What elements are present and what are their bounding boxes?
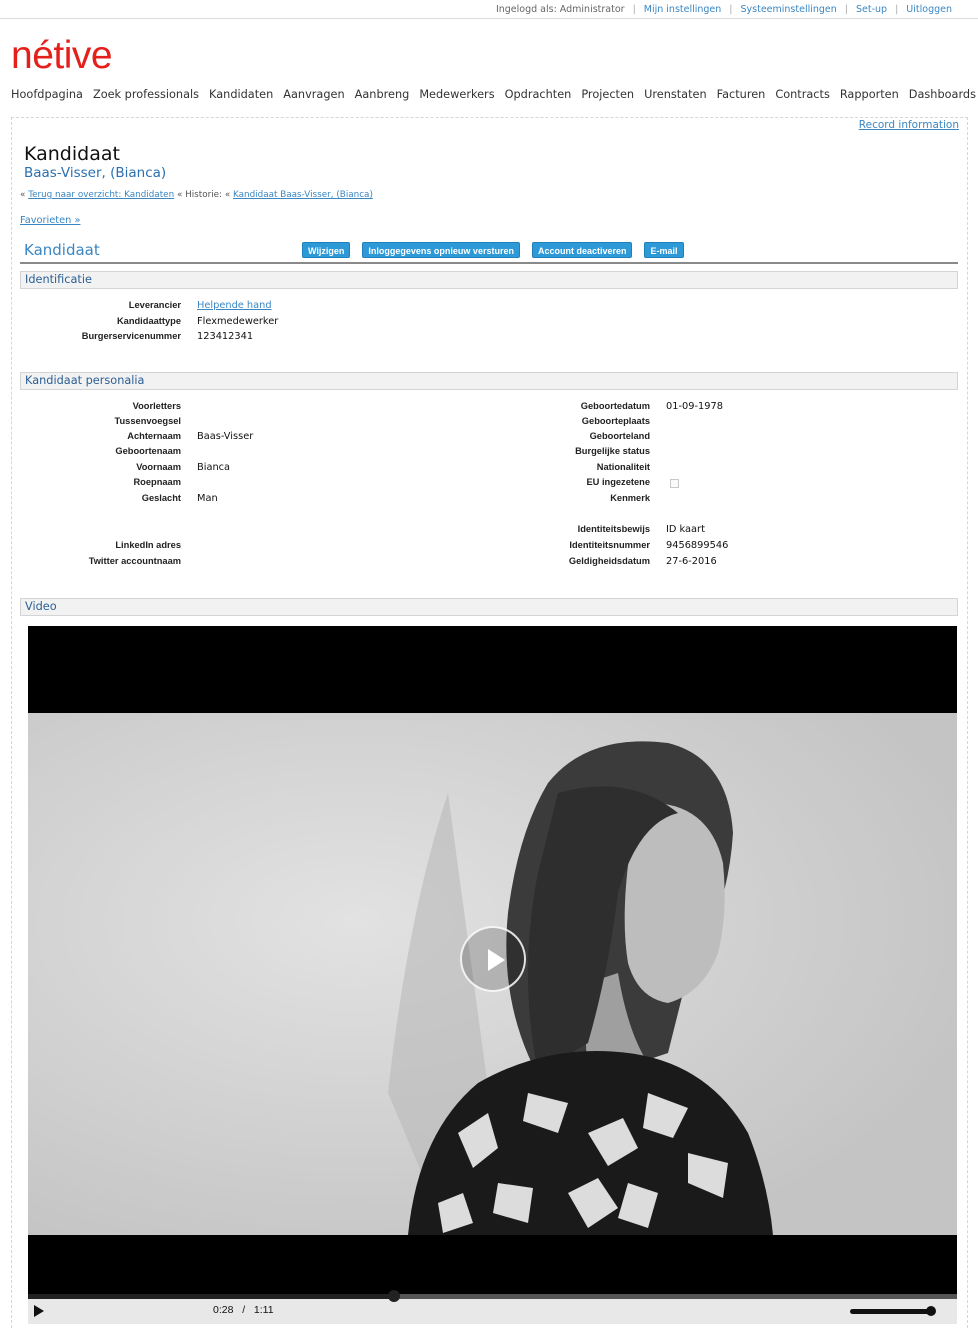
field-value: Man bbox=[197, 493, 218, 504]
field-value: Baas-Visser bbox=[197, 431, 254, 442]
video-frame bbox=[28, 713, 957, 1235]
field-label: Geslacht bbox=[141, 493, 181, 503]
logo[interactable]: nétive bbox=[11, 34, 113, 78]
field-label: EU ingezetene bbox=[586, 477, 650, 487]
page-title: Kandidaat bbox=[24, 143, 120, 165]
logout-link[interactable]: Uitloggen bbox=[906, 4, 952, 15]
field-value: 9456899546 bbox=[666, 540, 729, 551]
field-label: Tussenvoegsel bbox=[114, 416, 181, 426]
separator: | bbox=[895, 4, 899, 15]
field-label: Achternaam bbox=[127, 431, 181, 441]
system-settings-link[interactable]: Systeeminstellingen bbox=[741, 4, 837, 15]
video-controls: 0:28 / 1:11 bbox=[28, 1290, 957, 1324]
page-subtitle: Baas-Visser, (Bianca) bbox=[24, 165, 167, 181]
play-overlay-icon[interactable] bbox=[460, 926, 526, 992]
action-buttons: Wijzigen Inloggegevens opnieuw versturen… bbox=[302, 242, 696, 258]
breadcrumb-middle: « Historie: « bbox=[176, 190, 231, 200]
progress-fill bbox=[28, 1294, 395, 1299]
nav-item-urenstaten[interactable]: Urenstaten bbox=[644, 88, 707, 101]
field-label: Geboorteland bbox=[589, 431, 650, 441]
play-icon[interactable] bbox=[34, 1305, 44, 1317]
nav-item-opdrachten[interactable]: Opdrachten bbox=[505, 88, 572, 101]
duration: 1:11 bbox=[253, 1304, 274, 1316]
field-value: 27-6-2016 bbox=[666, 556, 717, 567]
nav-item-aanvragen[interactable]: Aanvragen bbox=[283, 88, 344, 101]
my-settings-link[interactable]: Mijn instellingen bbox=[644, 4, 722, 15]
field-value: ID kaart bbox=[666, 524, 705, 535]
panel-personalia: Kandidaat personalia bbox=[20, 372, 958, 390]
field-label: Geboorteplaats bbox=[581, 416, 650, 426]
nav-item-kandidaten[interactable]: Kandidaten bbox=[209, 88, 273, 101]
progress-handle[interactable] bbox=[388, 1290, 401, 1302]
record-information-link[interactable]: Record information bbox=[859, 119, 959, 131]
field-label: Nationaliteit bbox=[596, 462, 650, 472]
field-value: Flexmedewerker bbox=[197, 316, 279, 327]
email-button[interactable]: E-mail bbox=[644, 242, 684, 258]
field-value: 01-09-1978 bbox=[666, 401, 723, 412]
eu-resident-checkbox[interactable] bbox=[670, 479, 679, 488]
deactivate-account-button[interactable]: Account deactiveren bbox=[531, 242, 633, 258]
resend-login-button[interactable]: Inloggegevens opnieuw versturen bbox=[362, 242, 520, 258]
edit-button[interactable]: Wijzigen bbox=[302, 242, 351, 258]
nav-item-rapporten[interactable]: Rapporten bbox=[840, 88, 899, 101]
field-value: 123412341 bbox=[197, 331, 254, 342]
field-label: LinkedIn adres bbox=[115, 540, 181, 550]
logged-in-label: Ingelogd als: Administrator bbox=[495, 4, 625, 15]
favorites-link[interactable]: Favorieten » bbox=[20, 215, 81, 226]
time-separator: / bbox=[242, 1304, 246, 1316]
time-display: 0:28 / 1:11 bbox=[213, 1304, 274, 1316]
section-title: Kandidaat bbox=[24, 241, 100, 259]
separator: | bbox=[844, 4, 848, 15]
nav-item-zoek-professionals[interactable]: Zoek professionals bbox=[93, 88, 199, 101]
field-label: Burgelijke status bbox=[575, 446, 650, 456]
field-label: Geldigheidsdatum bbox=[568, 556, 650, 566]
field-label: Twitter accountnaam bbox=[88, 556, 181, 566]
nav-item-dashboards[interactable]: Dashboards bbox=[909, 88, 976, 101]
volume-slider[interactable] bbox=[850, 1306, 937, 1316]
section-header: Kandidaat Wijzigen Inloggegevens opnieuw… bbox=[20, 238, 958, 264]
field-label: Geboortenaam bbox=[115, 446, 181, 456]
field-label: Geboortedatum bbox=[580, 401, 650, 411]
breadcrumb-prefix: « bbox=[20, 190, 26, 200]
nav-item-facturen[interactable]: Facturen bbox=[717, 88, 766, 101]
current-time: 0:28 bbox=[213, 1304, 234, 1316]
history-candidate-link[interactable]: Kandidaat Baas-Visser, (Bianca) bbox=[233, 190, 373, 200]
nav-item-hoofdpagina[interactable]: Hoofdpagina bbox=[11, 88, 83, 101]
volume-handle[interactable] bbox=[926, 1306, 937, 1316]
nav-item-aanbreng[interactable]: Aanbreng bbox=[355, 88, 410, 101]
top-bar: Ingelogd als: Administrator | Mijn inste… bbox=[0, 0, 978, 19]
panel-identificatie: Identificatie bbox=[20, 271, 958, 289]
field-label: Voornaam bbox=[136, 462, 181, 472]
breadcrumb: « Terug naar overzicht: Kandidaten « His… bbox=[20, 190, 373, 200]
progress-bar[interactable] bbox=[28, 1290, 957, 1302]
back-to-overview-link[interactable]: Terug naar overzicht: Kandidaten bbox=[28, 190, 174, 200]
field-label: Identiteitsbewijs bbox=[577, 524, 650, 534]
video-player[interactable]: 0:28 / 1:11 bbox=[28, 626, 957, 1324]
field-label: Roepnaam bbox=[133, 477, 181, 487]
field-label: Identiteitsnummer bbox=[569, 540, 650, 550]
supplier-link[interactable]: Helpende hand bbox=[197, 300, 272, 311]
field-label: Burgerservicenummer bbox=[81, 331, 181, 341]
nav-item-medewerkers[interactable]: Medewerkers bbox=[419, 88, 494, 101]
panel-video: Video bbox=[20, 598, 958, 616]
nav-item-contracts[interactable]: Contracts bbox=[775, 88, 829, 101]
setup-link[interactable]: Set-up bbox=[856, 4, 887, 15]
field-label: Voorletters bbox=[132, 401, 181, 411]
nav-item-projecten[interactable]: Projecten bbox=[581, 88, 634, 101]
separator: | bbox=[632, 4, 636, 15]
field-label: Kenmerk bbox=[610, 493, 650, 503]
field-label: Kandidaattype bbox=[116, 316, 181, 326]
separator: | bbox=[729, 4, 733, 15]
main-nav: Hoofdpagina Zoek professionals Kandidate… bbox=[11, 88, 976, 101]
field-label: Leverancier bbox=[128, 300, 181, 310]
field-value: Bianca bbox=[197, 462, 231, 473]
